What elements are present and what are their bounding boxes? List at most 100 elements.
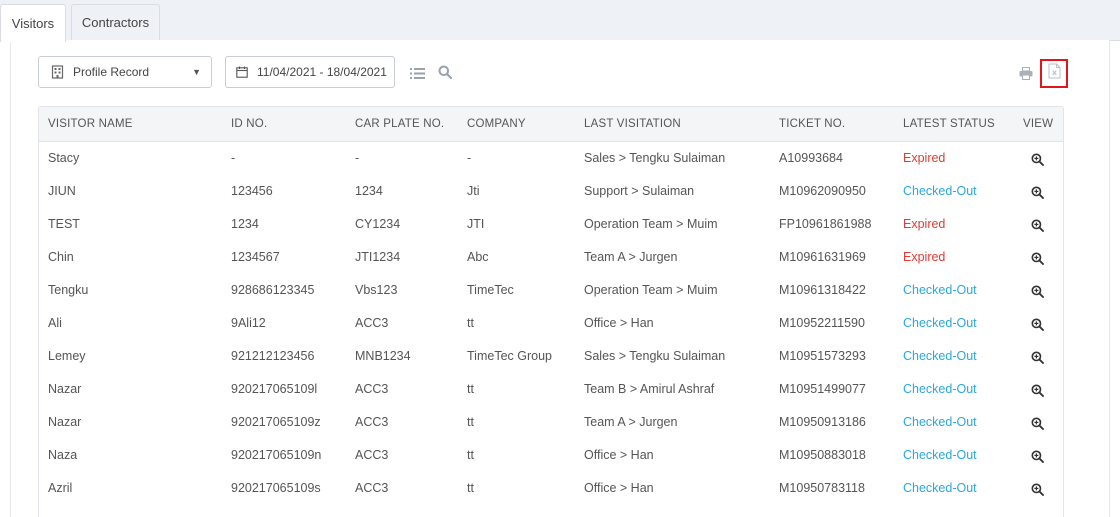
zoom-in-icon[interactable] — [1029, 382, 1045, 398]
company-cell: tt — [467, 448, 474, 462]
header-company[interactable]: COMPANY — [467, 107, 526, 141]
search-icon[interactable] — [437, 64, 453, 80]
latest-status-cell: Checked-Out — [903, 316, 977, 330]
id-no-cell: 928686123345 — [231, 283, 315, 297]
tab-visitors[interactable]: Visitors — [0, 4, 66, 42]
zoom-in-icon[interactable] — [1029, 250, 1045, 266]
visitor-name-cell: Naza — [48, 448, 78, 462]
latest-status-cell: Checked-Out — [903, 481, 977, 495]
header-last-visitation[interactable]: LAST VISITATION — [584, 107, 681, 141]
table-row: Azril 920217065109s ACC3 tt Office > Han M109… — [39, 472, 1063, 505]
export-excel-button[interactable]: X — [1040, 59, 1068, 88]
car-plate-cell: JTI1234 — [355, 250, 401, 264]
ticket-no-cell: A10993684 — [779, 151, 843, 165]
table-header: VISITOR NAME ID NO. CAR PLATE NO. COMPAN… — [39, 107, 1063, 142]
id-no-cell: 9Ali12 — [231, 316, 266, 330]
car-plate-cell: ACC3 — [355, 448, 389, 462]
building-icon — [51, 65, 65, 79]
zoom-in-icon[interactable] — [1029, 316, 1045, 332]
last-visitation-cell: Office > Han — [584, 481, 654, 495]
last-visitation-cell: Operation Team > Muim — [584, 283, 718, 297]
zoom-in-icon[interactable] — [1029, 349, 1045, 365]
table-row: Tengku 928686123345 Vbs123 TimeTec Operation… — [39, 274, 1063, 307]
ticket-no-cell: M10950913186 — [779, 415, 866, 429]
table-row: JIUN 123456 1234 Jti Support > Sulaiman M1096… — [39, 175, 1063, 208]
latest-status-cell: Expired — [903, 250, 946, 264]
table-row: Naza 920217065109n ACC3 tt Office > Han M1095… — [39, 439, 1063, 472]
company-cell: tt — [467, 382, 474, 396]
ticket-no-cell: M10951499077 — [779, 382, 866, 396]
last-visitation-cell: Sales > Tengku Sulaiman — [584, 151, 726, 165]
ticket-no-cell: M10950783118 — [779, 481, 865, 495]
car-plate-cell: ACC3 — [355, 481, 389, 495]
header-id-no[interactable]: ID NO. — [231, 107, 267, 141]
table-row: Lemey 921212123456 MNB1234 TimeTec Group Sal… — [39, 340, 1063, 373]
svg-text:X: X — [1051, 69, 1056, 77]
table-row: Nazar 920217065109z ACC3 tt Team A > Jurgen M… — [39, 406, 1063, 439]
car-plate-cell: 1234 — [355, 184, 383, 198]
zoom-in-icon[interactable] — [1029, 415, 1045, 431]
id-no-cell: 123456 — [231, 184, 273, 198]
visitor-name-cell: Azril — [48, 481, 73, 495]
record-type-select[interactable]: Profile Record ▼ — [38, 56, 212, 88]
list-icon[interactable] — [409, 65, 425, 81]
tab-visitors-label: Visitors — [11, 16, 55, 31]
id-no-cell: - — [231, 151, 236, 165]
table-row: TEST 1234 CY1234 JTI Operation Team > Muim FP… — [39, 208, 1063, 241]
car-plate-cell: MNB1234 — [355, 349, 411, 363]
zoom-in-icon[interactable] — [1029, 217, 1045, 233]
id-no-cell: 1234 — [231, 217, 259, 231]
company-cell: TimeTec — [467, 283, 514, 297]
tab-contractors[interactable]: Contractors — [71, 4, 160, 40]
visitor-name-cell: Nazar — [48, 415, 82, 429]
car-plate-cell: CY1234 — [355, 217, 401, 231]
latest-status-cell: Expired — [903, 217, 946, 231]
date-range-picker[interactable]: 11/04/2021 - 18/04/2021 — [225, 56, 395, 88]
ticket-no-cell: M10952211590 — [779, 316, 865, 330]
zoom-in-icon[interactable] — [1029, 151, 1045, 167]
company-cell: tt — [467, 481, 474, 495]
company-cell: JTI — [467, 217, 485, 231]
visitor-name-cell: JIUN — [48, 184, 76, 198]
latest-status-cell: Checked-Out — [903, 415, 977, 429]
visitors-table: VISITOR NAME ID NO. CAR PLATE NO. COMPAN… — [38, 106, 1064, 517]
date-range-value: 11/04/2021 - 18/04/2021 — [257, 65, 387, 79]
latest-status-cell: Expired — [903, 151, 946, 165]
header-ticket-no[interactable]: TICKET NO. — [779, 107, 845, 141]
header-latest-status[interactable]: LATEST STATUS — [903, 107, 995, 141]
ticket-no-cell: FP10961861988 — [779, 217, 872, 231]
company-cell: Jti — [467, 184, 480, 198]
last-visitation-cell: Team B > Amirul Ashraf — [584, 382, 715, 396]
chevron-down-icon: ▼ — [192, 67, 201, 77]
zoom-in-icon[interactable] — [1029, 481, 1045, 497]
tab-contractors-label: Contractors — [81, 15, 150, 30]
visitor-name-cell: Stacy — [48, 151, 80, 165]
visitor-name-cell: TEST — [48, 217, 80, 231]
company-cell: tt — [467, 316, 474, 330]
header-visitor-name[interactable]: VISITOR NAME — [48, 107, 133, 141]
ticket-no-cell: M10951573293 — [779, 349, 866, 363]
printer-icon[interactable] — [1018, 65, 1034, 81]
table-row: Stacy - - - Sales > Tengku Sulaiman A10993684… — [39, 142, 1063, 175]
ticket-no-cell: M10950883018 — [779, 448, 866, 462]
id-no-cell: 920217065109z — [231, 415, 321, 429]
zoom-in-icon[interactable] — [1029, 184, 1045, 200]
ticket-no-cell: M10961318422 — [779, 283, 866, 297]
zoom-in-icon[interactable] — [1029, 448, 1045, 464]
calendar-icon — [236, 65, 250, 79]
visitor-name-cell: Lemey — [48, 349, 86, 363]
last-visitation-cell: Sales > Tengku Sulaiman — [584, 349, 726, 363]
company-cell: tt — [467, 415, 474, 429]
company-cell: - — [467, 151, 472, 165]
id-no-cell: 921212123456 — [231, 349, 315, 363]
header-view: VIEW — [1023, 118, 1054, 130]
visitor-name-cell: Tengku — [48, 283, 89, 297]
zoom-in-icon[interactable] — [1029, 283, 1045, 299]
last-visitation-cell: Team A > Jurgen — [584, 415, 678, 429]
record-type-value: Profile Record — [73, 65, 150, 79]
last-visitation-cell: Office > Han — [584, 448, 654, 462]
header-car-plate-no[interactable]: CAR PLATE NO. — [355, 107, 444, 141]
car-plate-cell: ACC3 — [355, 316, 389, 330]
company-cell: Abc — [467, 250, 489, 264]
company-cell: TimeTec Group — [467, 349, 552, 363]
